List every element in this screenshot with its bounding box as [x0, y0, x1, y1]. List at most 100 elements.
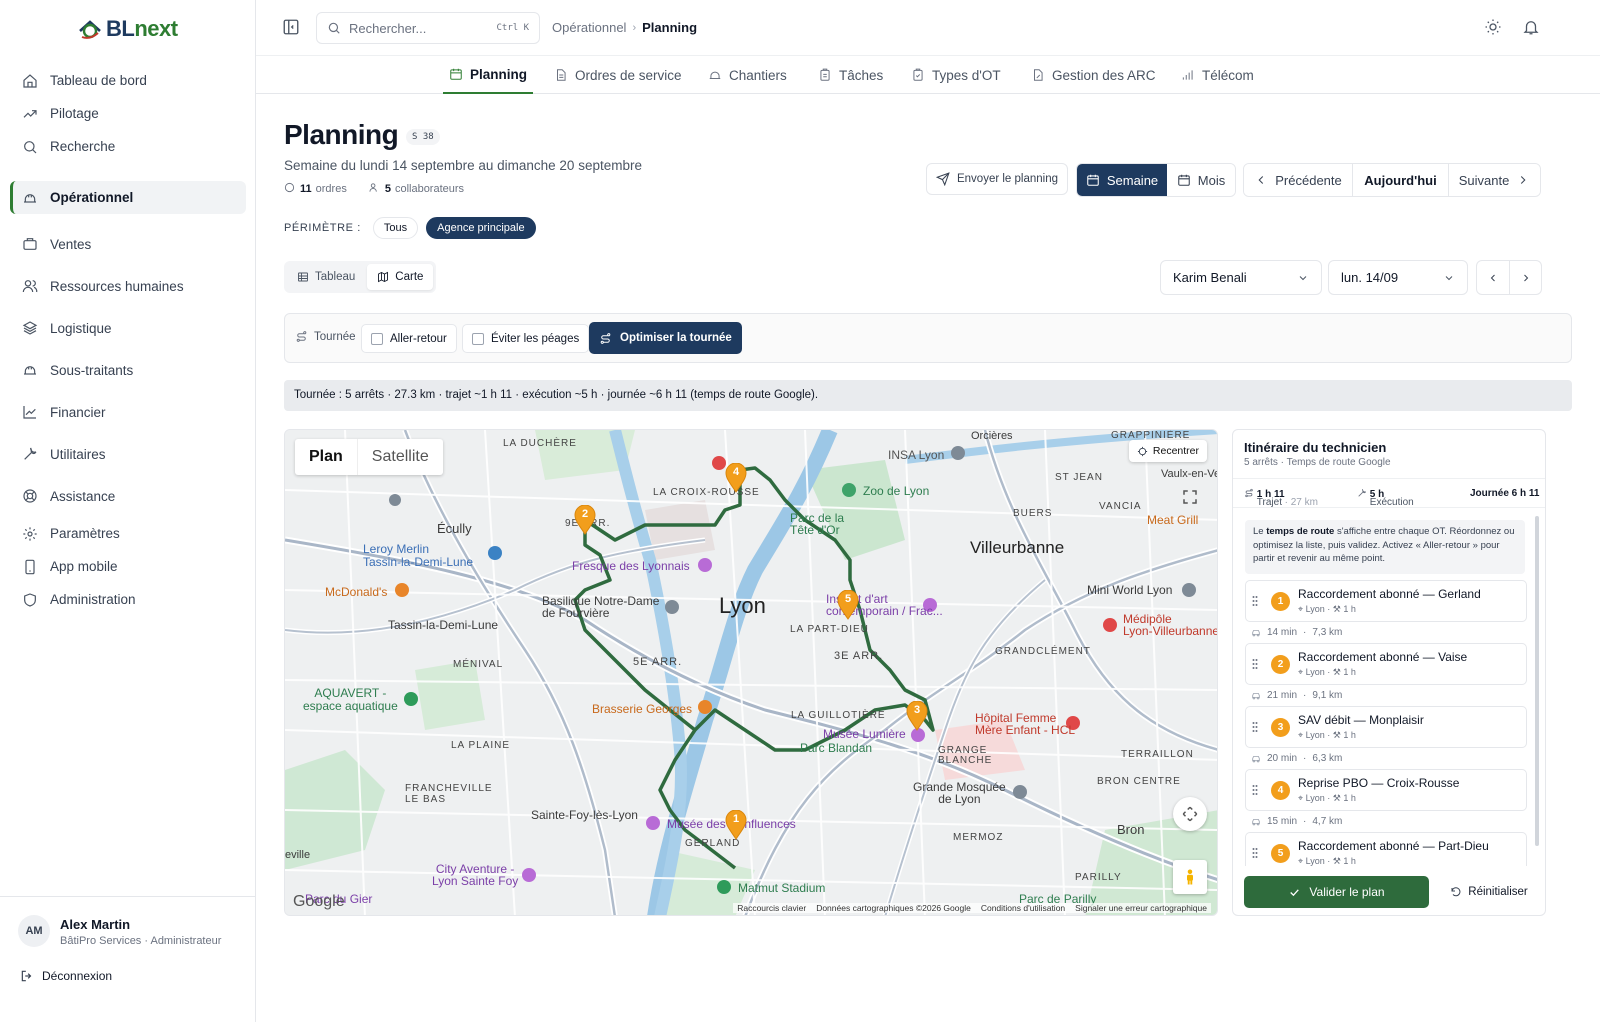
tab-telecom[interactable]: Télécom: [1181, 56, 1254, 94]
round-trip-checkbox[interactable]: Aller-retour: [361, 324, 457, 353]
street-view-button[interactable]: [1173, 860, 1207, 894]
report-error-link[interactable]: Signaler une erreur cartographique: [1075, 903, 1207, 913]
sidebar-toggle-icon[interactable]: [282, 18, 300, 36]
drag-handle-icon[interactable]: [1252, 847, 1258, 859]
previous-day-button[interactable]: [1477, 261, 1509, 294]
avatar[interactable]: AM: [18, 915, 50, 947]
tab-gestion-arc[interactable]: Gestion des ARC: [1031, 56, 1156, 94]
route-icon: [1245, 488, 1253, 498]
crosshair-icon: [1137, 446, 1147, 456]
collaborators-stat: 5 collaborateurs: [369, 182, 464, 195]
sidebar-item-assistance[interactable]: Assistance: [10, 475, 246, 517]
user-role: BâtiPro Services · Administrateur: [60, 935, 222, 947]
search-input[interactable]: [349, 20, 489, 36]
stop-number: 5: [1271, 844, 1290, 863]
perimeter-chip-agence[interactable]: Agence principale: [426, 217, 536, 239]
fullscreen-button[interactable]: [1173, 480, 1207, 514]
itinerary-title: Itinéraire du technicien: [1244, 440, 1387, 455]
sidebar-item-administration[interactable]: Administration: [10, 583, 246, 616]
stop-title: Raccordement abonné — Part-Dieu: [1298, 839, 1489, 853]
itinerary-scrollbar[interactable]: [1535, 516, 1539, 846]
phone-icon: [25, 559, 35, 574]
sidebar-item-recherche[interactable]: Recherche: [10, 130, 246, 163]
technician-select[interactable]: Karim Benali: [1160, 260, 1322, 295]
drag-handle-icon[interactable]: [1252, 658, 1258, 670]
itinerary-subtitle: 5 arrêts · Temps de route Google: [1244, 457, 1391, 468]
sidebar-item-financier[interactable]: Financier: [10, 391, 246, 433]
itinerary-stop[interactable]: 4 Reprise PBO — Croix-Rousse ⌖ Lyon · ⚒ …: [1245, 769, 1527, 811]
brand-logo[interactable]: BLnext: [76, 16, 178, 42]
route-pin-1[interactable]: 1: [725, 809, 747, 840]
tab-chantiers[interactable]: Chantiers: [708, 56, 787, 94]
sidebar-item-pilotage[interactable]: Pilotage: [10, 97, 246, 130]
drag-handle-icon[interactable]: [1252, 595, 1258, 607]
logout-button[interactable]: Déconnexion: [20, 969, 112, 983]
route-pin-3[interactable]: 3: [906, 700, 928, 731]
sidebar-item-logistique[interactable]: Logistique: [10, 307, 246, 349]
reset-button[interactable]: Réinitialiser: [1443, 876, 1535, 908]
avoid-tolls-checkbox[interactable]: Éviter les péages: [462, 324, 590, 353]
week-view-button[interactable]: Semaine: [1077, 164, 1167, 196]
route-map[interactable]: LA DUCHÈRE LA CROIX-ROUSSE GRAPPINIÈRE O…: [284, 429, 1218, 916]
fullscreen-icon: [1183, 490, 1197, 504]
travel-stat: Trajet 1 h 11 · 27 km: [1244, 488, 1318, 508]
checkbox-box[interactable]: [371, 332, 383, 345]
route-pin-4[interactable]: 4: [725, 462, 747, 493]
recenter-button[interactable]: Recentrer: [1128, 440, 1207, 462]
itinerary-stop[interactable]: 2 Raccordement abonné — Vaise ⌖ Lyon · ⚒…: [1245, 643, 1527, 685]
send-planning-button[interactable]: Envoyer le planning: [926, 163, 1068, 195]
map-data-credit: Données cartographiques ©2026 Google: [816, 903, 971, 913]
map-type-plan[interactable]: Plan: [295, 439, 358, 475]
day-select[interactable]: lun. 14/09: [1328, 260, 1468, 295]
next-button[interactable]: Suivante: [1448, 164, 1540, 196]
map-type-satellite[interactable]: Satellite: [358, 439, 443, 475]
breadcrumb-current: Planning: [642, 20, 698, 35]
sun-icon[interactable]: [1484, 18, 1502, 36]
bell-icon[interactable]: [1522, 18, 1540, 36]
tab-types-ot[interactable]: Types d'OT: [911, 56, 1001, 94]
tab-planning[interactable]: Planning: [443, 56, 533, 94]
search-box[interactable]: Ctrl K: [316, 12, 540, 44]
sidebar-item-sous-traitants[interactable]: Sous-traitants: [10, 349, 246, 391]
drag-handle-icon[interactable]: [1252, 784, 1258, 796]
itinerary-stats: Trajet 1 h 11 · 27 km Exécution 5 h Jour…: [1233, 478, 1545, 508]
sidebar-item-ressources-humaines[interactable]: Ressources humaines: [10, 265, 246, 307]
sidebar-item-utilitaires[interactable]: Utilitaires: [10, 433, 246, 475]
sidebar-item-ventes[interactable]: Ventes: [10, 223, 246, 265]
keyboard-shortcuts-link[interactable]: Raccourcis clavier: [737, 903, 806, 913]
route-pin-5[interactable]: 5: [837, 589, 859, 620]
sidebar-item-tableau-de-bord[interactable]: Tableau de bord: [10, 64, 246, 97]
sidebar-item-operationnel[interactable]: Opérationnel: [10, 181, 246, 214]
sidebar-item-parametres[interactable]: Paramètres: [10, 517, 246, 550]
next-day-button[interactable]: [1509, 261, 1541, 294]
calendar-icon: [1177, 174, 1190, 186]
circle-icon: [284, 182, 295, 193]
today-button[interactable]: Aujourd'hui: [1352, 164, 1448, 196]
breadcrumb-item[interactable]: Opérationnel: [552, 20, 626, 35]
execution-stat: Exécution 5 h: [1357, 488, 1414, 508]
page-subtitle: Semaine du lundi 14 septembre au dimanch…: [284, 158, 642, 173]
table-icon: [298, 272, 308, 282]
drag-handle-icon[interactable]: [1252, 721, 1258, 733]
terms-link[interactable]: Conditions d'utilisation: [981, 903, 1065, 913]
previous-button[interactable]: Précédente: [1244, 164, 1352, 196]
validate-plan-button[interactable]: Valider le plan: [1244, 876, 1429, 908]
sidebar-item-app-mobile[interactable]: App mobile: [10, 550, 246, 583]
perimeter-chip-tous[interactable]: Tous: [372, 217, 419, 239]
table-view-button[interactable]: Tableau: [287, 264, 365, 290]
user-panel: AM Alex Martin BâtiPro Services · Admini…: [0, 896, 256, 1022]
map-pan-control[interactable]: [1173, 797, 1207, 831]
month-view-button[interactable]: Mois: [1167, 164, 1235, 196]
itinerary-stop[interactable]: 1 Raccordement abonné — Gerland ⌖ Lyon ·…: [1245, 580, 1527, 622]
itinerary-stop[interactable]: 3 SAV débit — Monplaisir ⌖ Lyon · ⚒ 1 h: [1245, 706, 1527, 748]
google-logo: Google: [293, 893, 345, 910]
optimize-tour-button[interactable]: Optimiser la tournée: [589, 322, 742, 354]
route-pin-2[interactable]: 2: [574, 504, 596, 535]
tab-ordres-de-service[interactable]: Ordres de service: [554, 56, 682, 94]
tab-taches[interactable]: Tâches: [818, 56, 883, 94]
checkbox-box[interactable]: [472, 332, 484, 345]
itinerary-stop[interactable]: 5 Raccordement abonné — Part-Dieu ⌖ Lyon…: [1245, 832, 1527, 866]
itinerary-leg: 15 min · 4,7 km: [1251, 816, 1342, 827]
logout-icon: [21, 970, 32, 982]
map-view-button[interactable]: Carte: [367, 264, 434, 290]
